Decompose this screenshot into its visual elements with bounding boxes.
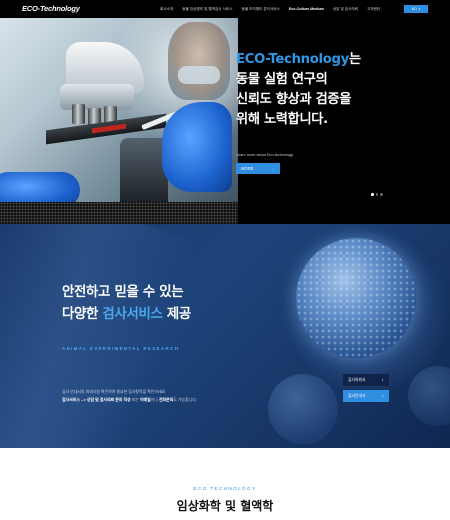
hero-heading-particle: 는: [348, 52, 361, 67]
request-form-label: 검사의뢰서: [348, 377, 366, 382]
nav-item-eco-culture-medium[interactable]: Eco-Culture Medium: [289, 7, 324, 11]
hero-heading-line4: 위해 노력합니다.: [236, 112, 328, 127]
hero-heading-line3: 신뢰도 향상과 검증을: [236, 92, 352, 107]
nav-item-histopathology[interactable]: 동물 조직병리 분석서비스: [242, 7, 280, 12]
nav-item-customer-center[interactable]: 고객센터: [367, 7, 380, 12]
service-desc-bold1: 검사서비스 --> 상담 및 검사의뢰 문의 작성: [62, 396, 131, 402]
nav-item-company[interactable]: 회사소개: [160, 7, 173, 12]
service-heading-line1: 안전하고 믿을 수 있는: [62, 285, 184, 300]
download-arrow-icon: ↓: [381, 393, 385, 399]
page: ECO-Technology 회사소개 동물 임상병리 및 혈액검사 서비스 동…: [0, 0, 450, 520]
service-heading-accent: 검사서비스: [102, 307, 163, 322]
guide-label: 검사안내서: [348, 393, 366, 398]
service-description: 검사 안내서의 의뢰사항 확인하여 필요한 검사항목을 확인하세요. 검사서비스…: [62, 388, 197, 403]
section-eyebrow: ECO TECHNOLOGY: [193, 486, 257, 491]
service-section: 안전하고 믿을 수 있는 다양한 검사서비스 제공 ANIMAL EXPERIM…: [0, 224, 450, 448]
service-desc-mid: 또는: [130, 396, 140, 402]
nav-item-clinical-service[interactable]: 동물 임상병리 및 혈액검사 서비스: [182, 7, 232, 12]
language-label: KO: [411, 7, 417, 11]
service-heading: 안전하고 믿을 수 있는 다양한 검사서비스 제공: [62, 282, 191, 326]
top-navigation-bar: ECO-Technology 회사소개 동물 임상병리 및 혈액검사 서비스 동…: [0, 0, 450, 18]
more-button-label: MORE: [241, 166, 254, 171]
slider-dot[interactable]: [380, 193, 383, 196]
main-nav: 회사소개 동물 임상병리 및 혈액검사 서비스 동물 조직병리 분석서비스 Ec…: [160, 0, 389, 18]
hero-heading-brand: ECO-Technology: [236, 52, 349, 67]
arrow-right-icon: →: [270, 166, 275, 171]
service-heading-pre: 다양한: [62, 307, 103, 322]
service-desc-line1: 검사 안내서의 의뢰사항 확인하여 필요한 검사항목을 확인하세요.: [62, 389, 167, 394]
language-selector[interactable]: KO ▾: [404, 5, 428, 13]
dot-pattern-decoration: [0, 202, 238, 224]
more-button[interactable]: MORE →: [236, 163, 280, 174]
chevron-down-icon: ▾: [418, 7, 421, 11]
service-desc-bold2: 이메일: [139, 396, 151, 402]
hero-heading: ECO-Technology는 동물 실험 연구의 신뢰도 향상과 검증을 위해…: [236, 50, 436, 130]
hero-subtext: Learn more about Eco-technology: [236, 153, 294, 157]
hero-heading-line2: 동물 실험 연구의: [236, 72, 328, 87]
request-form-download-button[interactable]: 검사의뢰서 ↓: [343, 374, 389, 386]
site-logo[interactable]: ECO-Technology: [22, 4, 80, 13]
hero-banner: ECO-Technology는 동물 실험 연구의 신뢰도 향상과 검증을 위해…: [0, 18, 450, 224]
hero-heading-block: ECO-Technology는 동물 실험 연구의 신뢰도 향상과 검증을 위해…: [236, 50, 436, 130]
service-eyebrow: ANIMAL EXPERIMENTAL RESEARCH: [62, 346, 180, 351]
slider-dot[interactable]: [375, 193, 378, 196]
slider-pagination: [371, 193, 383, 196]
download-arrow-icon: ↓: [381, 377, 385, 383]
hero-lab-photo: [0, 18, 238, 202]
cell-illustration: [296, 238, 416, 358]
nav-item-consultation[interactable]: 상담 및 검사의뢰: [333, 7, 358, 12]
section-title: 임상화학 및 혈액학: [176, 499, 274, 513]
service-heading-post: 제공: [162, 307, 191, 322]
slider-dot[interactable]: [371, 193, 374, 196]
service-desc-mid2: 이나: [150, 396, 159, 402]
service-desc-bold3: 전화문의: [158, 396, 174, 402]
guide-download-button[interactable]: 검사안내서 ↓: [343, 390, 389, 402]
service-desc-end: 도 가능합니다.: [173, 396, 197, 402]
